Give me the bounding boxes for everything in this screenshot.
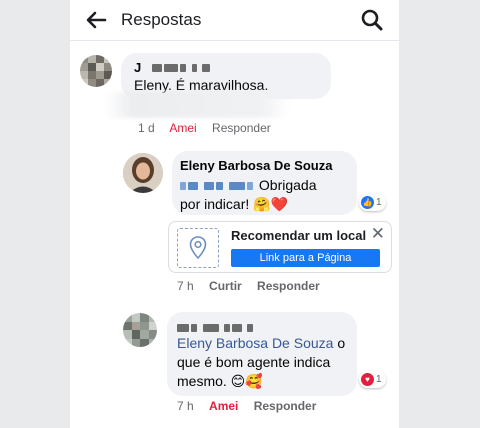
comment-bubble[interactable]: Eleny Barbosa De Souza o que é bom agent…: [167, 312, 357, 396]
love-reaction-button[interactable]: Amei: [169, 121, 196, 135]
mention-link[interactable]: Eleny Barbosa De Souza: [177, 335, 333, 351]
search-icon[interactable]: [360, 8, 384, 32]
redacted-mention: [247, 182, 253, 191]
redacted-mention: [216, 182, 223, 191]
link-page-button[interactable]: Link para a Página: [231, 249, 380, 267]
comment-author[interactable]: J: [134, 60, 141, 75]
avatar[interactable]: [123, 313, 157, 347]
reply-button[interactable]: Responder: [212, 121, 271, 135]
comment-actions: 7 h Amei Responder: [177, 399, 328, 413]
comment-time: 1 d: [138, 121, 155, 135]
comment-author[interactable]: Eleny Barbosa De Souza: [180, 158, 332, 173]
redacted-name: [163, 63, 178, 72]
redacted-mention: [204, 182, 214, 191]
redacted-name: [177, 323, 189, 332]
reaction-count-value: 1: [376, 374, 382, 385]
like-button[interactable]: Curtir: [209, 279, 242, 293]
redacted-name: [224, 323, 230, 332]
blurred-overlay: [105, 92, 290, 118]
comment-text-line: Eleny Barbosa De Souza o: [177, 334, 345, 353]
redacted-name: [151, 63, 162, 72]
reaction-count[interactable]: 👍 1: [359, 194, 386, 211]
redacted-name: [201, 63, 210, 72]
comment-text: o: [333, 335, 346, 351]
comment-text: mesmo. 😊🥰: [177, 373, 263, 389]
avatar[interactable]: [80, 55, 112, 87]
redacted-mention: [180, 182, 186, 191]
top-bar: Respostas: [70, 0, 399, 41]
comment-time: 7 h: [177, 279, 194, 293]
avatar[interactable]: [123, 153, 163, 193]
redacted-name: [191, 323, 197, 332]
redacted-name: [179, 63, 186, 72]
redacted-name: [232, 323, 242, 332]
back-arrow-icon[interactable]: [84, 9, 108, 31]
recommend-title: Recomendar um local: [231, 228, 367, 243]
reply-button[interactable]: Responder: [254, 399, 317, 413]
comment-text: que é bom agente indica: [177, 354, 331, 370]
profile-photo: [123, 153, 163, 193]
comment-actions: 1 d Amei Responder: [138, 121, 283, 135]
love-reaction-button[interactable]: Amei: [209, 399, 238, 413]
replies-screen: Respostas J Eleny. É maravilhosa. 1 d Am…: [70, 0, 399, 428]
redacted-name: [247, 323, 253, 332]
reaction-count-value: 1: [376, 197, 382, 208]
comment-time: 7 h: [177, 399, 194, 413]
reply-button[interactable]: Responder: [257, 279, 320, 293]
comment-actions: 7 h Curtir Responder: [177, 279, 332, 293]
page-title: Respostas: [121, 10, 202, 29]
comment-text-line: Obrigada: [180, 176, 316, 195]
comment-text: Obrigada: [258, 177, 317, 193]
redacted-name: [203, 323, 219, 332]
comment-text: por indicar! 🤗❤️: [180, 196, 289, 212]
redacted-mention: [229, 182, 245, 191]
reaction-count[interactable]: ♥ 1: [359, 371, 386, 388]
love-reaction-icon: ♥: [361, 373, 374, 386]
like-reaction-icon: 👍: [361, 196, 374, 209]
redacted-mention: [188, 182, 198, 191]
comment-bubble[interactable]: Eleny Barbosa De Souza Obrigada por indi…: [172, 151, 357, 215]
redacted-name: [191, 63, 197, 72]
close-icon[interactable]: ✕: [371, 225, 385, 242]
recommend-place-card: Recomendar um local ✕ Link para a Página: [168, 221, 392, 273]
location-pin-icon: [177, 228, 219, 268]
